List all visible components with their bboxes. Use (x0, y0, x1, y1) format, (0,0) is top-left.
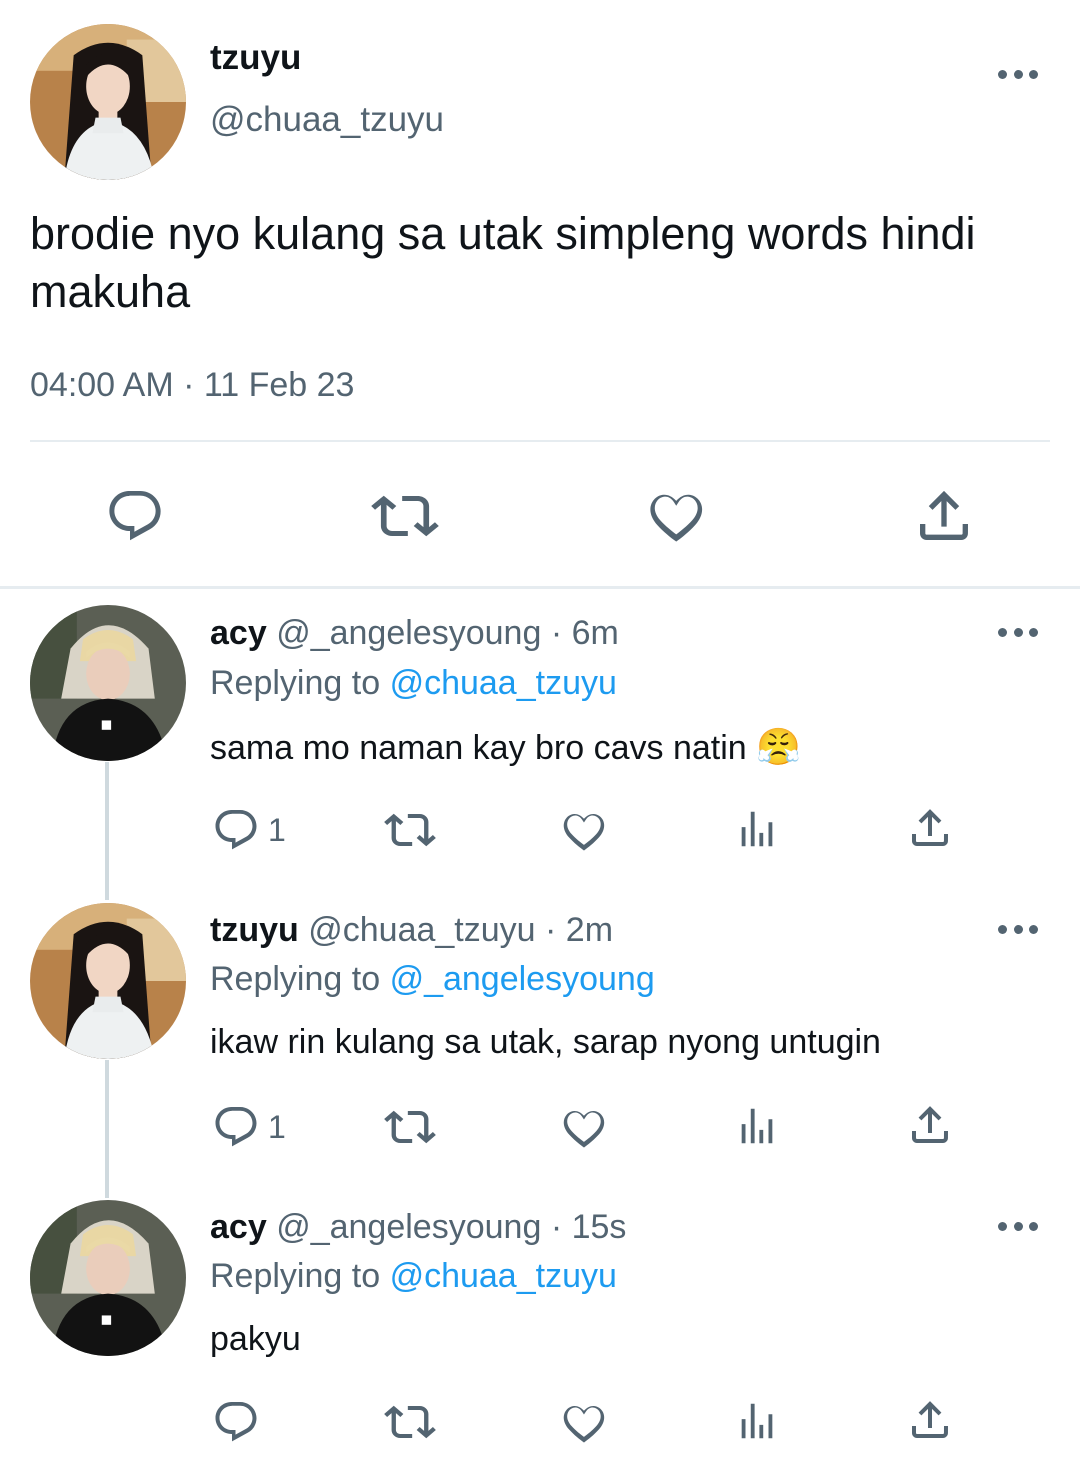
more-icon[interactable] (998, 1216, 1038, 1236)
replying-to-handle[interactable]: @_angelesyoung (390, 960, 655, 998)
reply-text: ikaw rin kulang sa utak, sarap nyong unt… (210, 1023, 881, 1062)
like-icon (558, 1101, 608, 1151)
reply-button[interactable]: 1 (212, 806, 286, 854)
share-button[interactable] (906, 804, 954, 852)
reply-display-name[interactable]: acy (210, 1208, 267, 1246)
views-button[interactable] (734, 1103, 780, 1149)
reply-count: 1 (268, 811, 286, 848)
avatar[interactable] (30, 605, 186, 761)
tweet-text-line: brodie nyo kulang sa utak simpleng words… (30, 208, 976, 259)
emoji: 😤 (756, 726, 801, 767)
reply-icon (105, 486, 165, 546)
retweet-icon (384, 806, 436, 854)
replying-to: Replying to @chuaa_tzuyu (210, 664, 617, 703)
reply-handle[interactable]: @_angelesyoung (276, 614, 541, 652)
thread-line (105, 1060, 109, 1198)
reply-button[interactable] (212, 1398, 260, 1446)
author-display-name[interactable]: tzuyu (210, 38, 301, 78)
share-button[interactable] (906, 1101, 954, 1149)
views-icon (734, 1398, 780, 1444)
reply-display-name[interactable]: acy (210, 614, 267, 652)
views-icon (734, 806, 780, 852)
like-button[interactable] (558, 804, 608, 854)
retweet-button[interactable] (384, 1103, 436, 1151)
reply-handle[interactable]: @chuaa_tzuyu (308, 911, 535, 949)
reply-time[interactable]: · 2m (545, 911, 613, 949)
reply-display-name[interactable]: tzuyu (210, 911, 299, 949)
reply-header: acy @_angelesyoung · 15s (210, 1208, 626, 1247)
retweet-button[interactable] (384, 1398, 436, 1446)
retweet-button[interactable] (384, 806, 436, 854)
reply-header: acy @_angelesyoung · 6m (210, 614, 619, 653)
share-icon (912, 484, 976, 548)
retweet-icon (371, 486, 439, 546)
divider (30, 440, 1050, 442)
reply-text-content: sama mo naman kay bro cavs natin (210, 729, 747, 767)
share-button[interactable] (906, 1396, 954, 1444)
reply-icon (212, 806, 260, 854)
reply-time[interactable]: · 15s (551, 1208, 627, 1246)
avatar[interactable] (30, 903, 186, 1059)
reply-icon (212, 1103, 260, 1151)
reply-button[interactable]: 1 (212, 1103, 286, 1151)
avatar-image (30, 605, 186, 761)
thread-line (105, 762, 109, 900)
tweet-text: brodie nyo kulang sa utak simpleng words… (30, 205, 1070, 321)
reply-count: 1 (268, 1108, 286, 1145)
replying-to-handle[interactable]: @chuaa_tzuyu (390, 664, 617, 702)
reply-handle[interactable]: @_angelesyoung (276, 1208, 541, 1246)
avatar-image (30, 903, 186, 1059)
like-icon (643, 482, 707, 546)
reply-text-content: ikaw rin kulang sa utak, sarap nyong unt… (210, 1023, 881, 1061)
share-icon (906, 804, 954, 852)
replying-to-label: Replying to (210, 1257, 381, 1295)
share-icon (906, 1396, 954, 1444)
more-icon[interactable] (998, 622, 1038, 642)
replying-to-label: Replying to (210, 960, 381, 998)
like-button[interactable] (558, 1101, 608, 1151)
more-icon[interactable] (998, 919, 1038, 939)
author-handle[interactable]: @chuaa_tzuyu (210, 100, 444, 140)
reply-header: tzuyu @chuaa_tzuyu · 2m (210, 911, 613, 950)
like-button[interactable] (558, 1396, 608, 1446)
retweet-button[interactable] (371, 486, 439, 546)
reply-text-content: pakyu (210, 1320, 301, 1358)
replying-to-label: Replying to (210, 664, 381, 702)
reply-text: pakyu (210, 1320, 301, 1359)
retweet-icon (384, 1398, 436, 1446)
share-button[interactable] (912, 484, 976, 548)
section-divider (0, 586, 1080, 589)
replying-to: Replying to @chuaa_tzuyu (210, 1257, 617, 1296)
like-button[interactable] (643, 482, 707, 546)
like-icon (558, 1396, 608, 1446)
tweet-text-line: makuha (30, 266, 191, 317)
views-icon (734, 1103, 780, 1149)
tweet-timestamp[interactable]: 04:00 AM · 11 Feb 23 (30, 366, 354, 405)
avatar-image (30, 1200, 186, 1356)
like-icon (558, 804, 608, 854)
retweet-icon (384, 1103, 436, 1151)
reply-text: sama mo naman kay bro cavs natin 😤 (210, 726, 801, 768)
reply-time[interactable]: · 6m (551, 614, 619, 652)
avatar-image (30, 24, 186, 180)
more-icon[interactable] (998, 64, 1038, 84)
replying-to-handle[interactable]: @chuaa_tzuyu (390, 1257, 617, 1295)
replying-to: Replying to @_angelesyoung (210, 960, 655, 999)
reply-icon (212, 1398, 260, 1446)
views-button[interactable] (734, 806, 780, 852)
views-button[interactable] (734, 1398, 780, 1444)
reply-button[interactable] (105, 486, 165, 546)
avatar[interactable] (30, 24, 186, 180)
avatar[interactable] (30, 1200, 186, 1356)
share-icon (906, 1101, 954, 1149)
